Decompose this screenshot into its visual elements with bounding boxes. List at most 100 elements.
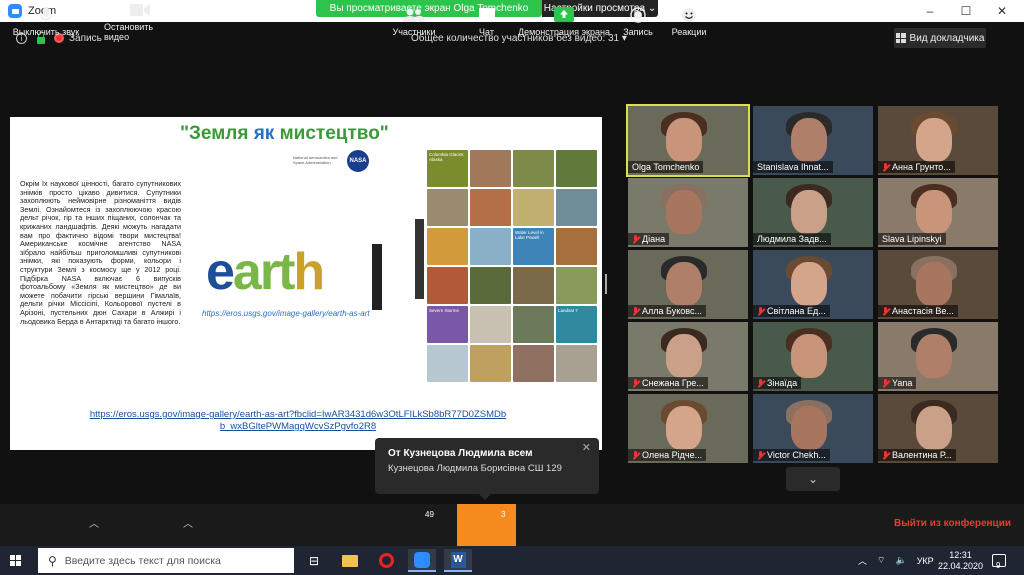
speaker-view-button[interactable]: Вид докладчика <box>894 28 986 48</box>
participant-video-tile[interactable]: Світлана Ед... <box>753 250 873 319</box>
participant-video-tile[interactable]: Діана <box>628 178 748 247</box>
participant-face <box>666 262 702 306</box>
muted-microphone-icon <box>632 234 639 244</box>
video-camera-icon <box>130 1 150 19</box>
participants-label: Участники <box>392 26 436 37</box>
participant-face <box>916 406 952 450</box>
close-button[interactable]: ✕ <box>984 0 1020 22</box>
participant-nameplate: Olga Tomchenko <box>628 161 704 173</box>
participants-icon <box>403 6 425 24</box>
close-icon[interactable]: ✕ <box>582 441 591 454</box>
slide-hyperlink[interactable]: https://eros.usgs.gov/image-gallery/eart… <box>88 409 508 433</box>
participants-button[interactable]: Участники <box>390 0 438 42</box>
chat-notification[interactable]: От Кузнецова Людмила всем Кузнецова Людм… <box>375 438 599 500</box>
record-label: Запись <box>623 26 653 37</box>
satellite-image <box>470 345 511 382</box>
muted-microphone-icon <box>632 450 639 460</box>
participant-video-tile[interactable]: Снежана Гре... <box>628 322 748 391</box>
participant-video-tile[interactable]: Анастасія Ве... <box>878 250 998 319</box>
maximize-button[interactable]: ☐ <box>948 0 984 22</box>
participant-video-tile[interactable]: Slava Lipinskyi <box>878 178 998 247</box>
participant-nameplate: Снежана Гре... <box>628 377 708 389</box>
participant-video-tile[interactable]: Stanislava Ihnat... <box>753 106 873 175</box>
chat-button[interactable]: Чат <box>457 0 516 42</box>
participant-video-tile[interactable]: Людмила Задв... <box>753 178 873 247</box>
participant-video-tile[interactable]: Yana <box>878 322 998 391</box>
participant-video-tile[interactable]: Олена Рідче... <box>628 394 748 463</box>
muted-microphone-icon <box>882 306 889 316</box>
satellite-image <box>427 189 468 226</box>
participant-video-tile[interactable]: Victor Chekh... <box>753 394 873 463</box>
participant-name: Людмила Задв... <box>757 234 827 244</box>
gallery-scroll-down-button[interactable]: ⌄ <box>786 467 840 491</box>
participant-nameplate: Людмила Задв... <box>753 233 831 245</box>
video-options-caret[interactable]: ︿ <box>183 515 193 530</box>
muted-microphone-icon <box>757 450 764 460</box>
chat-label: Чат <box>479 26 494 37</box>
participant-name: Валентина Р... <box>892 450 952 460</box>
participant-name: Алла Буковс... <box>642 306 702 316</box>
minimize-button[interactable]: – <box>912 0 948 22</box>
participant-name: Олена Рідче... <box>642 450 703 460</box>
share-screen-button[interactable]: Демонстрация экрана <box>518 0 610 42</box>
participant-face <box>791 406 827 450</box>
stop-video-label: Остановить видео <box>104 21 154 42</box>
stop-video-button[interactable]: Остановить видео <box>104 0 176 42</box>
mosaic-label: Columbia Glacier, Alaska <box>427 150 468 187</box>
volume-icon[interactable]: 🔈 <box>895 555 906 566</box>
word-taskbar-icon[interactable]: W <box>444 549 472 572</box>
grid-view-icon <box>895 33 906 43</box>
zoom-window: Zoom – ☐ ✕ Вы просматриваете экран Olga … <box>0 0 1024 575</box>
audio-options-caret[interactable]: ︿ <box>89 515 99 530</box>
decorative-strip <box>372 244 382 310</box>
notification-center[interactable]: 9 <box>992 546 1010 575</box>
record-button[interactable]: Запись <box>616 0 660 42</box>
shared-screen: "Земля як мистецтво" National Aeronautic… <box>10 117 602 450</box>
participant-video-tile[interactable]: Olga Tomchenko <box>626 104 750 177</box>
file-explorer-icon[interactable] <box>336 549 364 572</box>
participant-name: Снежана Гре... <box>642 378 704 388</box>
participant-video-tile[interactable]: Зінаїда <box>753 322 873 391</box>
participant-video-tile[interactable]: Валентина Р... <box>878 394 998 463</box>
mute-button[interactable]: Выключить звук <box>10 0 82 42</box>
participant-nameplate: Олена Рідче... <box>628 449 707 461</box>
muted-microphone-icon <box>882 378 889 388</box>
participant-nameplate: Victor Chekh... <box>753 449 830 461</box>
network-icon[interactable]: ⌔ <box>877 555 885 566</box>
muted-microphone-icon <box>882 162 889 172</box>
participant-video-tile[interactable]: Анна Грунто... <box>878 106 998 175</box>
participant-name: Victor Chekh... <box>767 450 826 460</box>
zoom-taskbar-icon[interactable] <box>408 549 436 572</box>
windows-start-icon[interactable] <box>10 555 21 566</box>
tray-overflow-chevron-icon[interactable]: ︿ <box>858 554 867 567</box>
participant-nameplate: Анна Грунто... <box>878 161 955 173</box>
participant-face <box>666 406 702 450</box>
keyboard-language[interactable]: УКР <box>917 556 934 566</box>
system-tray: ︿ ⌔ 🔈 УКР <box>858 546 934 575</box>
satellite-image <box>470 267 511 304</box>
split-resize-handle[interactable] <box>605 274 607 294</box>
satellite-image <box>556 267 597 304</box>
satellite-image <box>470 150 511 187</box>
taskbar-clock[interactable]: 12:31 22.04.2020 <box>938 546 983 575</box>
leave-meeting-button[interactable]: Выйти из конференции <box>894 518 1011 529</box>
notification-count: 9 <box>996 561 1001 570</box>
microphone-icon <box>40 6 52 24</box>
muted-microphone-icon <box>632 378 639 388</box>
satellite-image-mosaic: Columbia Glacier, Alaska Water Level in … <box>427 150 597 382</box>
satellite-image <box>427 345 468 382</box>
participant-nameplate: Діана <box>628 233 670 245</box>
slide-title: "Земля як мистецтво" <box>180 123 389 144</box>
taskbar-search-box[interactable]: ⚲ Введите здесь текст для поиска <box>38 548 294 573</box>
smiley-icon <box>681 6 697 24</box>
participant-face <box>916 190 952 234</box>
participant-face <box>666 118 702 162</box>
participant-video-tile[interactable]: Алла Буковс... <box>628 250 748 319</box>
participant-name: Stanislava Ihnat... <box>757 162 829 172</box>
muted-microphone-icon <box>757 306 764 316</box>
satellite-image <box>513 306 554 343</box>
opera-browser-icon[interactable] <box>372 549 400 572</box>
task-view-icon[interactable]: ⊟ <box>300 549 328 572</box>
reactions-button[interactable]: Реакции <box>668 0 710 42</box>
participant-face <box>916 118 952 162</box>
